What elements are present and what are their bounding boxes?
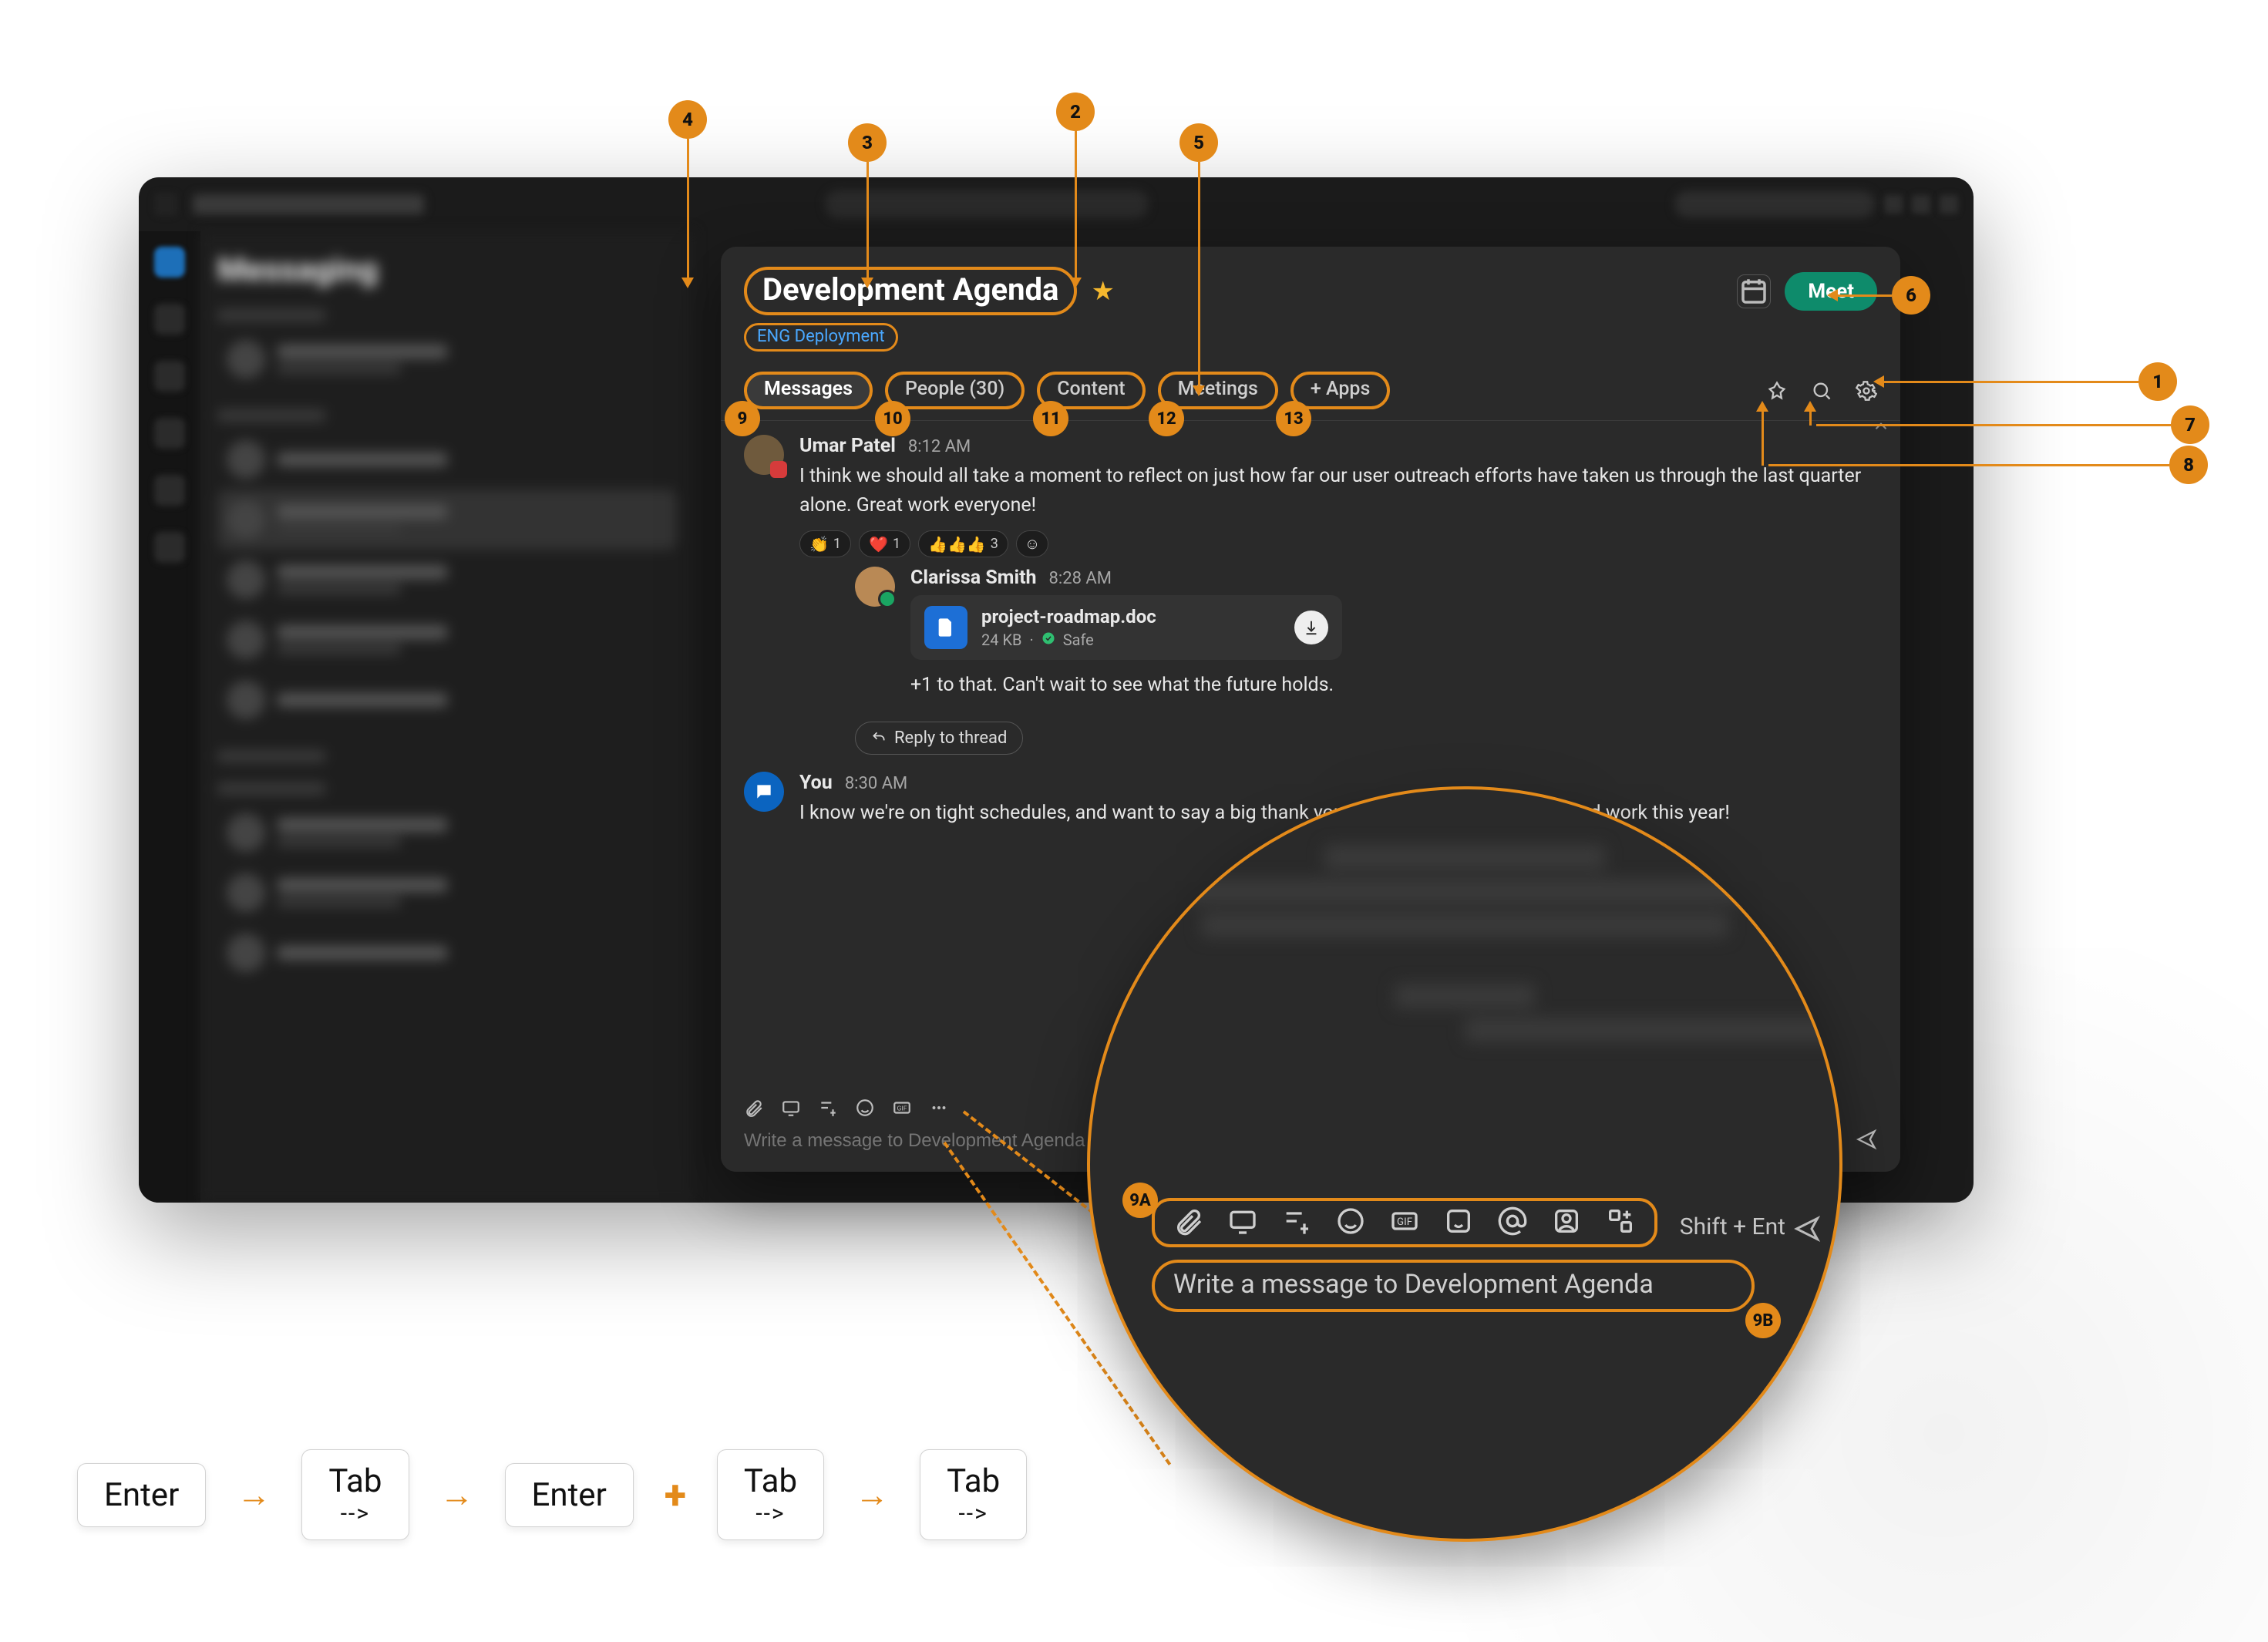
space-team-tag[interactable]: ENG Deployment (744, 323, 898, 352)
gif-icon[interactable]: GIF (1389, 1206, 1420, 1240)
message-time: 8:30 AM (845, 774, 907, 793)
callout-badge: 1 (2138, 362, 2177, 401)
checkmark-icon (1041, 631, 1055, 649)
apps-icon[interactable] (1605, 1206, 1636, 1240)
attach-icon[interactable] (744, 1098, 764, 1121)
tab-messages[interactable]: Messages (744, 372, 873, 409)
sidebar-heading: Messaging (217, 251, 677, 289)
arrow-right-icon: → (440, 1475, 474, 1515)
callout-badge: 13 (1276, 401, 1311, 436)
callout-badge: 9 (725, 401, 760, 436)
message-author: Umar Patel (799, 435, 896, 457)
callout-badge: 3 (848, 123, 887, 162)
svg-text:GIF: GIF (897, 1105, 907, 1112)
space-title: Development Agenda (744, 267, 1077, 315)
sidebar: Messaging (200, 231, 694, 1203)
magnifier: GIF Write a message to Development Agend… (1087, 786, 1842, 1542)
callout-badge: 2 (1056, 93, 1095, 131)
search-icon[interactable] (1811, 380, 1832, 402)
callout: 9 (725, 401, 760, 436)
plus-icon: + (665, 1472, 686, 1519)
favorite-star-icon[interactable]: ★ (1091, 278, 1114, 305)
gif-icon[interactable]: GIF (892, 1098, 912, 1121)
message-text: I think we should all take a moment to r… (799, 462, 1877, 520)
callout-badge: 9B (1745, 1303, 1781, 1338)
download-icon[interactable] (1294, 611, 1328, 644)
callout-badge: 8 (2169, 446, 2208, 484)
reaction[interactable]: 👍👍👍3 (918, 530, 1008, 557)
key-sequence: Enter → Tab--> → Enter + Tab--> → Tab--> (77, 1449, 1027, 1540)
thread: Clarissa Smith 8:28 AM project-roadmap.d… (855, 567, 1877, 755)
format-icon[interactable] (818, 1098, 838, 1121)
svg-text:GIF: GIF (1397, 1216, 1412, 1228)
meet-button[interactable]: Meet (1785, 272, 1877, 311)
file-size: 24 KB (981, 631, 1021, 649)
reply-to-thread-button[interactable]: Reply to thread (855, 722, 1023, 755)
message-time: 8:28 AM (1049, 569, 1112, 588)
pin-icon[interactable] (1766, 380, 1788, 402)
attach-icon[interactable] (1173, 1206, 1204, 1240)
emoji-icon[interactable] (855, 1098, 875, 1121)
callout-badge: 12 (1149, 401, 1184, 436)
add-reaction-icon[interactable]: ☺ (1016, 530, 1048, 557)
titlebar (139, 177, 1974, 231)
callout-badge: 11 (1033, 401, 1068, 436)
key-enter: Enter (77, 1463, 206, 1527)
screen-icon[interactable] (781, 1098, 801, 1121)
callout-badge: 10 (875, 401, 910, 436)
avatar (855, 567, 895, 607)
reactions: 👏1 ❤️1 👍👍👍3 ☺ (799, 530, 1877, 557)
reaction[interactable]: ❤️1 (859, 530, 910, 557)
more-icon[interactable] (929, 1098, 949, 1121)
message-time: 8:12 AM (908, 437, 971, 456)
tab-people[interactable]: People (30) (885, 372, 1025, 409)
callout-badge: 4 (668, 100, 707, 139)
callout-badge: 7 (2171, 405, 2209, 444)
message-author: You (799, 772, 833, 794)
callout: 12 (1149, 401, 1184, 436)
callout: 10 (875, 401, 910, 436)
send-icon[interactable] (1856, 1129, 1877, 1153)
send-icon[interactable] (1793, 1215, 1821, 1246)
sticker-icon[interactable] (1443, 1206, 1474, 1240)
screen-icon[interactable] (1227, 1206, 1258, 1240)
file-icon (924, 606, 967, 649)
callout: 13 (1276, 401, 1311, 436)
emoji-icon[interactable] (1335, 1206, 1366, 1240)
callout-badge: 5 (1179, 123, 1218, 162)
file-name: project-roadmap.doc (981, 606, 1280, 628)
avatar (744, 435, 784, 475)
arrow-right-icon: → (237, 1475, 271, 1515)
reaction[interactable]: 👏1 (799, 530, 851, 557)
key-tab: Tab--> (301, 1449, 409, 1540)
key-tab: Tab--> (920, 1449, 1027, 1540)
key-enter: Enter (505, 1463, 634, 1527)
composer-toolbar: GIF (1152, 1198, 1657, 1247)
collapse-icon[interactable] (1871, 416, 1891, 439)
message: Umar Patel 8:12 AM I think we should all… (744, 435, 1877, 755)
file-attachment[interactable]: project-roadmap.doc 24 KB · Safe (910, 595, 1342, 660)
nav-rail (139, 231, 200, 1203)
gear-icon[interactable] (1856, 380, 1877, 402)
callout-badge: 6 (1892, 276, 1930, 315)
callout-badge: 9A (1122, 1183, 1158, 1218)
message-text: +1 to that. Can't wait to see what the f… (910, 671, 1877, 700)
person-icon[interactable] (1551, 1206, 1582, 1240)
message-input-zoom[interactable]: Write a message to Development Agenda (1152, 1260, 1755, 1312)
file-safe-label: Safe (1063, 631, 1094, 649)
arrow-right-icon: → (855, 1475, 889, 1515)
composer-hint: Shift + Ent (1680, 1213, 1785, 1240)
tab-apps[interactable]: + Apps (1290, 372, 1390, 409)
self-avatar-icon (744, 772, 784, 812)
callout: 11 (1033, 401, 1068, 436)
key-tab: Tab--> (717, 1449, 824, 1540)
format-icon[interactable] (1281, 1206, 1312, 1240)
schedule-icon[interactable] (1737, 274, 1771, 308)
message-author: Clarissa Smith (910, 567, 1037, 589)
mention-icon[interactable] (1497, 1206, 1528, 1240)
